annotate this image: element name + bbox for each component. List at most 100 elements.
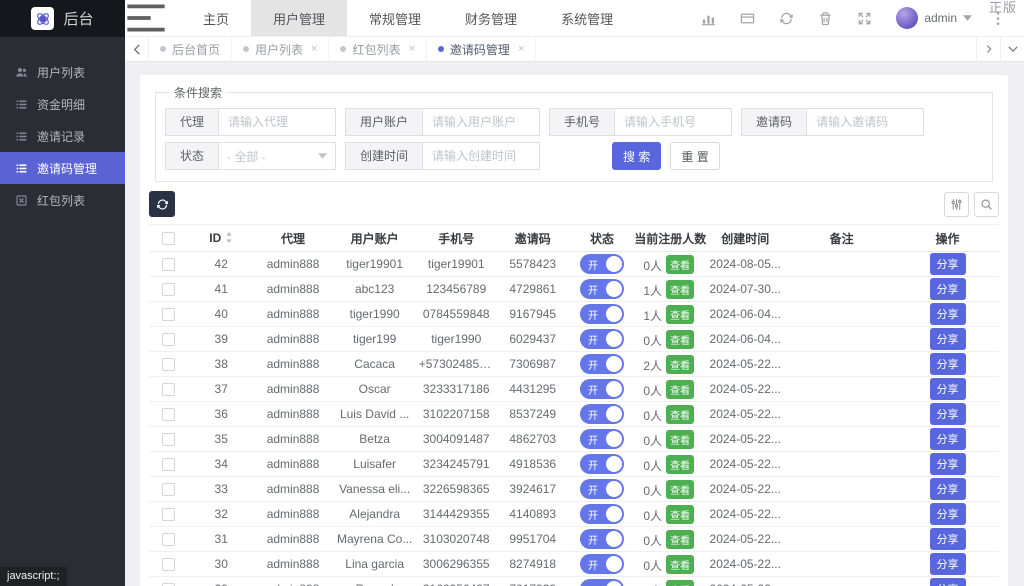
status-toggle[interactable]: 开: [580, 454, 624, 474]
view-registrations-button[interactable]: 查看: [666, 429, 695, 449]
status-toggle[interactable]: 开: [580, 554, 624, 574]
view-registrations-button[interactable]: 查看: [666, 279, 695, 299]
tab-redpacket-list[interactable]: 红包列表 ×: [329, 37, 427, 61]
tab-dashboard[interactable]: 后台首页: [149, 37, 233, 61]
toggle-search-button[interactable]: [974, 191, 999, 217]
row-checkbox[interactable]: [162, 383, 176, 397]
nav-item-system-management[interactable]: 系统管理: [539, 0, 635, 36]
status-toggle[interactable]: 开: [580, 279, 624, 299]
view-registrations-button[interactable]: 查看: [666, 304, 695, 324]
share-button[interactable]: 分享: [929, 328, 966, 350]
phone-input[interactable]: [614, 108, 733, 136]
card-icon[interactable]: [740, 11, 755, 26]
caret-down-icon: [318, 153, 328, 159]
row-checkbox[interactable]: [162, 558, 176, 572]
tab-close-icon[interactable]: ×: [408, 43, 414, 55]
share-button[interactable]: 分享: [929, 453, 966, 475]
share-button[interactable]: 分享: [929, 303, 966, 325]
status-toggle[interactable]: 开: [580, 429, 624, 449]
nav-item-finance-management[interactable]: 财务管理: [443, 0, 539, 36]
user-menu[interactable]: admin: [896, 7, 972, 29]
status-toggle[interactable]: 开: [580, 479, 624, 499]
nav-item-general-management[interactable]: 常规管理: [347, 0, 443, 36]
bar-chart-icon[interactable]: [701, 11, 716, 26]
share-button[interactable]: 分享: [929, 428, 966, 450]
status-toggle[interactable]: 开: [580, 379, 624, 399]
sidebar-item-redpacket-list[interactable]: 红包列表: [0, 184, 125, 216]
share-button[interactable]: 分享: [929, 553, 966, 575]
invite-code-input[interactable]: [806, 108, 925, 136]
row-checkbox[interactable]: [162, 258, 176, 272]
fullscreen-icon[interactable]: [857, 11, 872, 26]
agent-input[interactable]: [218, 108, 337, 136]
tab-close-icon[interactable]: ×: [518, 43, 524, 55]
status-toggle[interactable]: 开: [580, 304, 624, 324]
view-registrations-button[interactable]: 查看: [666, 504, 695, 524]
tabs-scroll-right-icon[interactable]: [976, 37, 1000, 61]
tabs-scroll-left-icon[interactable]: [125, 37, 149, 61]
row-checkbox[interactable]: [162, 533, 176, 547]
view-registrations-button[interactable]: 查看: [666, 379, 695, 399]
view-registrations-button[interactable]: 查看: [666, 454, 695, 474]
status-select[interactable]: - 全部 -: [218, 142, 337, 170]
tab-user-list[interactable]: 用户列表 ×: [232, 37, 330, 61]
share-button[interactable]: 分享: [929, 403, 966, 425]
tab-invite-code-management[interactable]: 邀请码管理 ×: [426, 37, 537, 61]
tab-close-icon[interactable]: ×: [311, 43, 317, 55]
cell-id: 31: [188, 526, 254, 552]
refresh-table-button[interactable]: [149, 191, 175, 217]
share-button[interactable]: 分享: [929, 253, 966, 275]
trash-icon[interactable]: [818, 11, 833, 26]
row-checkbox[interactable]: [162, 508, 176, 522]
share-button[interactable]: 分享: [929, 503, 966, 525]
view-registrations-button[interactable]: 查看: [666, 354, 695, 374]
share-button[interactable]: 分享: [929, 478, 966, 500]
sort-icon[interactable]: [225, 232, 233, 243]
share-button[interactable]: 分享: [929, 353, 966, 375]
cell-reg_count: 0人查看: [634, 451, 704, 477]
row-checkbox[interactable]: [162, 458, 176, 472]
row-checkbox[interactable]: [162, 408, 176, 422]
sidebar-item-user-list[interactable]: 用户列表: [0, 56, 125, 88]
view-registrations-button[interactable]: 查看: [666, 404, 695, 424]
status-toggle[interactable]: 开: [580, 579, 624, 586]
view-registrations-button[interactable]: 查看: [666, 254, 695, 274]
status-toggle[interactable]: 开: [580, 504, 624, 524]
tabs-menu-icon[interactable]: [1000, 37, 1024, 61]
share-button[interactable]: 分享: [929, 378, 966, 400]
sidebar-item-invite-records[interactable]: 邀请记录: [0, 120, 125, 152]
row-checkbox[interactable]: [162, 358, 176, 372]
status-toggle[interactable]: 开: [580, 404, 624, 424]
created-time-input[interactable]: [422, 142, 541, 170]
refresh-icon[interactable]: [779, 11, 794, 26]
nav-item-home[interactable]: 主页: [181, 0, 251, 36]
logo[interactable]: 后台: [0, 0, 125, 37]
share-button[interactable]: 分享: [929, 578, 966, 586]
search-button[interactable]: 搜 索: [612, 142, 662, 170]
status-toggle[interactable]: 开: [580, 354, 624, 374]
row-checkbox[interactable]: [162, 283, 176, 297]
sidebar-item-fund-details[interactable]: 资金明细: [0, 88, 125, 120]
share-button[interactable]: 分享: [929, 278, 966, 300]
view-registrations-button[interactable]: 查看: [666, 479, 695, 499]
row-checkbox[interactable]: [162, 333, 176, 347]
select-all-checkbox[interactable]: [162, 232, 176, 246]
view-registrations-button[interactable]: 查看: [666, 529, 695, 549]
row-checkbox[interactable]: [162, 433, 176, 447]
row-checkbox[interactable]: [162, 483, 176, 497]
row-checkbox[interactable]: [162, 308, 176, 322]
menu-toggle-icon[interactable]: [125, 0, 167, 36]
sidebar-item-invite-code-management[interactable]: 邀请码管理: [0, 152, 125, 184]
status-toggle[interactable]: 开: [580, 329, 624, 349]
account-input[interactable]: [422, 108, 541, 136]
column-settings-button[interactable]: [944, 191, 969, 217]
status-toggle[interactable]: 开: [580, 254, 624, 274]
status-toggle[interactable]: 开: [580, 529, 624, 549]
view-registrations-button[interactable]: 查看: [666, 554, 695, 574]
reset-button[interactable]: 重 置: [670, 142, 720, 170]
view-registrations-button[interactable]: 查看: [666, 579, 695, 586]
share-button[interactable]: 分享: [929, 528, 966, 550]
view-registrations-button[interactable]: 查看: [666, 329, 695, 349]
cell-reg_count: 1人 查看: [634, 276, 704, 302]
nav-item-user-management[interactable]: 用户管理: [251, 0, 348, 36]
